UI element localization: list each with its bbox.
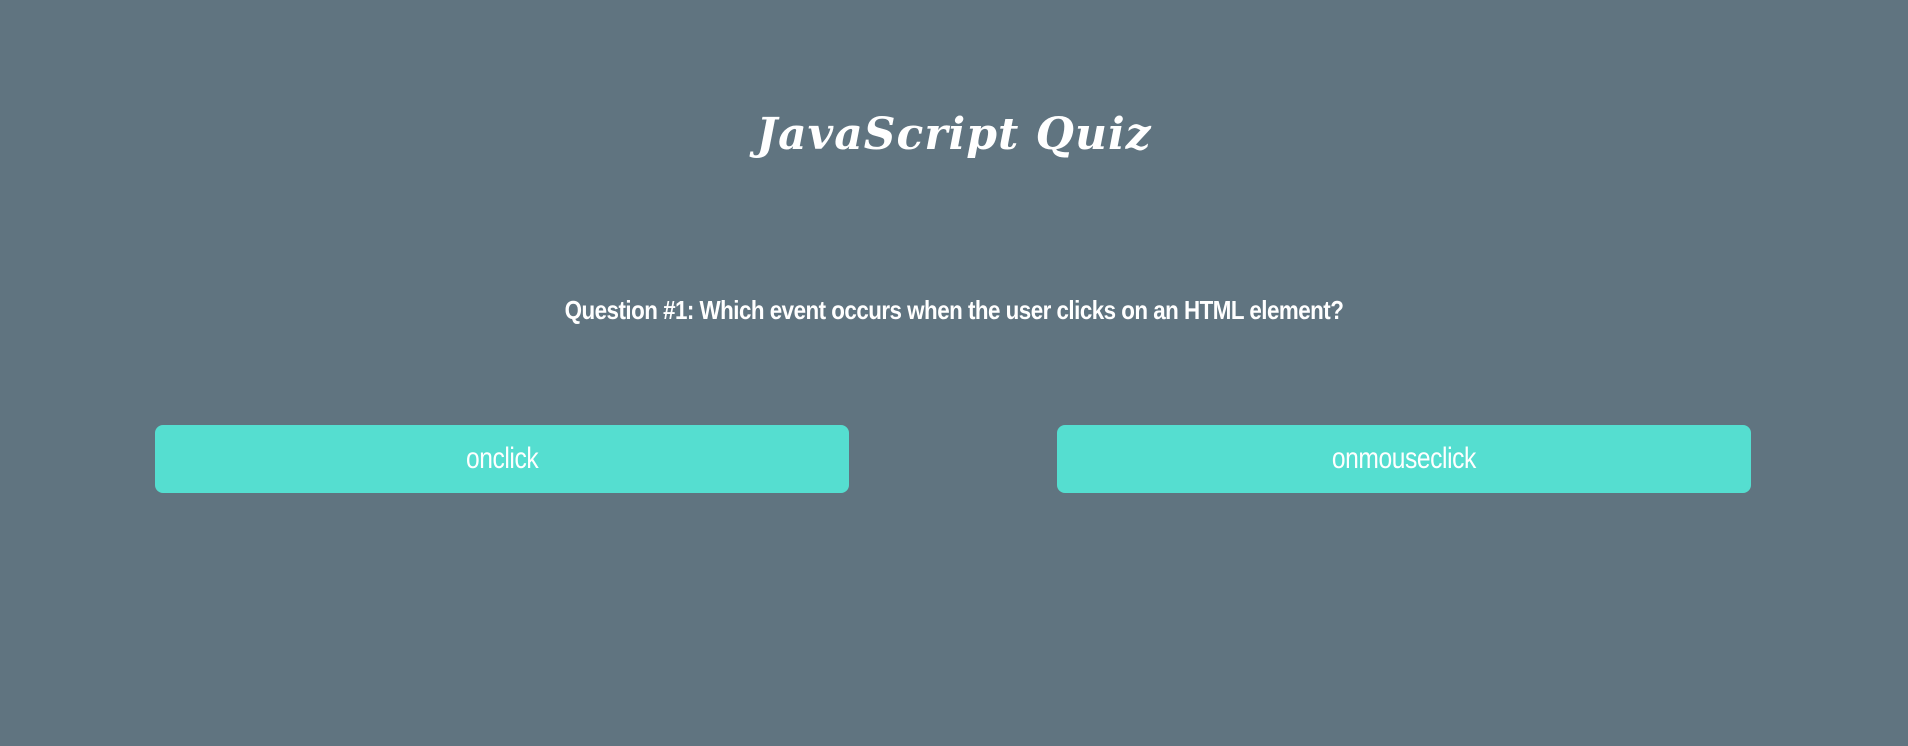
answer-button-onclick[interactable]: onclick (155, 425, 849, 493)
answer-options: onclick onmouseclick (0, 425, 1908, 493)
answer-label: onmouseclick (1331, 442, 1477, 475)
page-title: JavaScript Quiz (756, 109, 1152, 160)
quiz-page: JavaScript Quiz Question #1: Which event… (0, 0, 1908, 746)
answer-button-onmouseclick[interactable]: onmouseclick (1057, 425, 1751, 493)
question-text: Question #1: Which event occurs when the… (564, 295, 1344, 325)
answer-label: onclick (465, 442, 539, 475)
